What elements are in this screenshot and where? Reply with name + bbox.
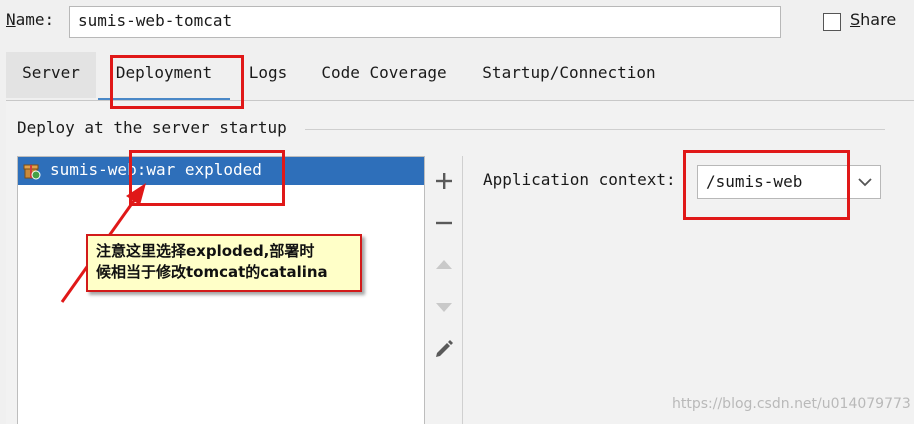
- move-up-icon: [436, 260, 452, 269]
- move-down-button[interactable]: [425, 292, 463, 322]
- artifact-icon: [23, 162, 41, 180]
- add-button[interactable]: [425, 166, 463, 196]
- application-context-label: Application context:: [483, 170, 676, 189]
- annotation-line-2: 候相当于修改tomcat的catalina: [96, 263, 328, 281]
- application-context-dropdown[interactable]: [849, 165, 881, 199]
- chevron-down-icon: [857, 178, 872, 187]
- pencil-icon: [436, 340, 453, 357]
- share-label[interactable]: Share: [850, 10, 896, 29]
- remove-button[interactable]: [425, 208, 463, 238]
- section-title: Deploy at the server startup: [17, 118, 287, 137]
- move-down-icon: [436, 303, 452, 312]
- highlight-box-deployment-tab: [110, 55, 244, 109]
- annotation-note: 注意这里选择exploded,部署时 候相当于修改tomcat的catalina: [86, 234, 362, 292]
- move-up-button[interactable]: [425, 250, 463, 280]
- watermark: https://blog.csdn.net/u014079773: [672, 396, 911, 412]
- share-checkbox[interactable]: [823, 13, 841, 31]
- name-label: Name:: [6, 10, 55, 29]
- tab-logs[interactable]: Logs: [242, 52, 294, 98]
- tab-code-coverage[interactable]: Code Coverage: [310, 52, 458, 98]
- tab-startup-connection[interactable]: Startup/Connection: [472, 52, 666, 98]
- highlight-box-exploded: [129, 150, 285, 206]
- section-divider: [305, 129, 885, 130]
- tab-server[interactable]: Server: [6, 52, 96, 98]
- name-input[interactable]: sumis-web-tomcat: [69, 6, 781, 38]
- minus-icon: [436, 221, 452, 225]
- plus-icon: [436, 173, 452, 189]
- edit-button[interactable]: [425, 334, 463, 364]
- list-toolbar: [425, 156, 463, 424]
- annotation-line-1: 注意这里选择exploded,部署时: [96, 242, 315, 260]
- highlight-box-context: [683, 150, 850, 220]
